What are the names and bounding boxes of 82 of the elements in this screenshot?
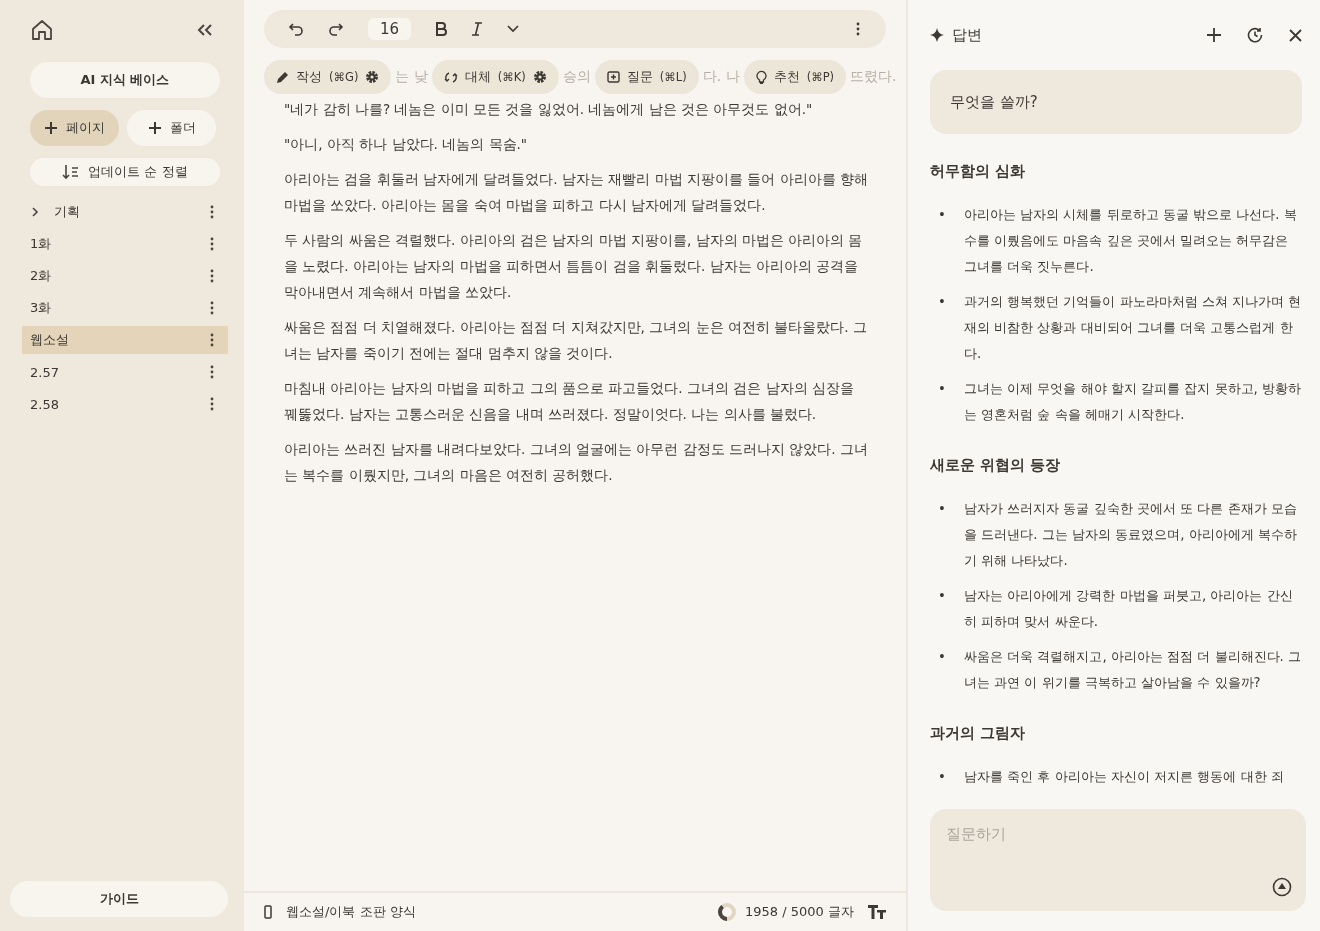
text-size-icon[interactable]: [868, 905, 886, 919]
page-list-item[interactable]: 3화: [22, 294, 228, 322]
bullet-marker: •: [938, 380, 947, 398]
plus-icon[interactable]: [1207, 28, 1221, 42]
answer-bullet: 과거의 행복했던 기억들이 파노라마처럼 스쳐 지나가며 현재의 비참한 상황과 대비되어 그녀를 더욱 고통스럽게 한다.: [964, 293, 1302, 363]
obscured-text: 승의: [561, 68, 592, 86]
italic-icon[interactable]: [471, 22, 484, 36]
more-options-icon[interactable]: [210, 205, 214, 219]
add-box-icon: [606, 70, 620, 84]
ai-action-button[interactable]: 대체 (⌘K): [431, 60, 559, 94]
answer-bullet: 남자는 아리아에게 강력한 마법을 퍼붓고, 아리아는 간신히 피하며 맞서 싸운다.: [964, 587, 1294, 631]
format-label[interactable]: 웹소설/이북 조판 양식: [286, 903, 416, 921]
lightbulb-icon: [755, 70, 767, 84]
undo-icon[interactable]: [288, 22, 304, 36]
obscured-text: 뜨렸다.: [849, 68, 898, 86]
prompt-bubble: 무엇을 쓸까?: [930, 70, 1302, 134]
bullet-marker: •: [938, 206, 947, 224]
guide-button[interactable]: 가이드: [10, 881, 228, 917]
plus-icon: [147, 121, 162, 135]
obscured-text: 는 낮: [394, 68, 429, 86]
more-options-icon[interactable]: [210, 333, 214, 347]
chevron-icon[interactable]: [30, 207, 40, 217]
more-options-icon[interactable]: [210, 301, 214, 315]
answer-bullet: 싸움은 더욱 격렬해지고, 아리아는 점점 더 불리해진다. 그녀는 과연 이 위기를 극복하고 살아남을 수 있을까?: [964, 648, 1302, 692]
plus-icon: [44, 121, 58, 135]
section-heading: 허무함의 심화: [930, 162, 1027, 181]
bullet-marker: •: [938, 768, 947, 786]
section-heading: 과거의 그림자: [930, 724, 1027, 743]
bullet-marker: •: [938, 648, 947, 666]
bullet-marker: •: [938, 500, 947, 518]
pen-icon: [276, 70, 289, 84]
send-icon[interactable]: [1272, 877, 1292, 897]
paragraph: "네가 감히 나를? 네놈은 이미 모든 것을 잃었어. 네놈에게 남은 것은 아무것도 없어.": [284, 100, 814, 119]
section-heading: 새로운 위협의 등장: [930, 456, 1062, 475]
answer-bullet: 남자가 쓰러지자 동굴 깊숙한 곳에서 또 다른 존재가 모습을 드러낸다. 그는 남자의 동료였으며, 아리아에게 복수하기 위해 나타났다.: [964, 500, 1298, 570]
sort-icon: [62, 164, 81, 180]
question-input[interactable]: 질문하기: [930, 809, 1306, 911]
paragraph: 아리아는 검을 휘둘러 남자에게 달려들었다. 남자는 재빨리 마법 지팡이를 들어 아리아를 향해 마법을 쏘았다. 아리아는 몸을 숙여 마법을 피하고 다시 남자에게 달려들었다.: [284, 170, 869, 215]
panel-title: 답변: [952, 25, 982, 45]
page-list-item[interactable]: 웹소설: [22, 326, 228, 354]
paragraph: 두 사람의 싸움은 격렬했다. 아리아의 검은 남자의 마법 지팡이를, 남자의 마법은 아리아의 몸을 노렸다. 아리아는 남자의 마법을 피하면서 틈틈이 검을 휘둘렀다. 남자는 아리아의 공격을 막아내면서 계속해서 마법을 쏘았다.: [284, 231, 864, 302]
character-count: 1958 / 5000 글자: [745, 903, 854, 921]
obscured-text: 다. 나: [701, 68, 741, 86]
font-size-field[interactable]: 16: [368, 18, 412, 40]
sparkle-icon: [930, 28, 944, 42]
answer-bullet: 그녀는 이제 무엇을 해야 할지 갈피를 잡지 못하고, 방황하는 영혼처럼 숲 속을 헤매기 시작한다.: [964, 380, 1302, 424]
page-list-item[interactable]: 2화: [22, 262, 228, 290]
ai-action-button[interactable]: 질문 (⌘L): [594, 60, 699, 94]
history-icon[interactable]: [1247, 27, 1263, 43]
more-options-icon[interactable]: [210, 269, 214, 283]
paragraph: 싸움은 점점 더 치열해졌다. 아리아는 점점 더 지쳐갔지만, 그녀의 눈은 여전히 불타올랐다. 그녀는 남자를 죽이기 전에는 절대 멈추지 않을 것이다.: [284, 318, 868, 363]
more-options-icon[interactable]: [210, 237, 214, 251]
collapse-sidebar-icon[interactable]: [196, 22, 214, 38]
page-list-item[interactable]: 2.57: [22, 358, 228, 386]
ai-action-button[interactable]: 추천 (⌘P): [743, 60, 847, 94]
bold-icon[interactable]: [435, 22, 448, 36]
more-options-icon[interactable]: [856, 22, 860, 36]
knowledge-base-button[interactable]: AI 지식 베이스: [30, 62, 220, 98]
more-options-icon[interactable]: [210, 365, 214, 379]
paragraph: 아리아는 쓰러진 남자를 내려다보았다. 그녀의 얼굴에는 아무런 감정도 드러나지 않았다. 그녀는 복수를 이뤘지만, 그녀의 마음은 여전히 공허했다.: [284, 440, 869, 485]
bullet-marker: •: [938, 587, 947, 605]
sort-button[interactable]: 업데이트 순 정렬: [30, 158, 220, 186]
phone-icon: [264, 905, 272, 919]
new-item-button[interactable]: 페이지: [30, 110, 119, 146]
paragraph: "아니, 아직 하나 남았다. 네놈의 목숨.": [284, 135, 529, 154]
settings-icon[interactable]: [532, 70, 547, 84]
bullet-marker: •: [938, 293, 947, 311]
page-list-item[interactable]: 1화: [22, 230, 228, 258]
new-item-button[interactable]: 폴더: [127, 110, 216, 146]
close-icon[interactable]: [1289, 28, 1302, 42]
answer-bullet: 아리아는 남자의 시체를 뒤로하고 동굴 밖으로 나선다. 복수를 이뤘음에도 마음속 깊은 곳에서 밀려오는 허무감은 그녀를 더욱 짓누른다.: [964, 206, 1298, 276]
chevron-down-icon[interactable]: [507, 25, 520, 33]
page-list-item[interactable]: 기획: [22, 198, 228, 226]
settings-icon[interactable]: [365, 70, 380, 84]
more-options-icon[interactable]: [210, 397, 214, 411]
swap-icon: [443, 70, 458, 84]
paragraph: 마침내 아리아는 남자의 마법을 피하고 그의 품으로 파고들었다. 그녀의 검은 남자의 심장을 꿰뚫었다. 남자는 고통스러운 신음을 내며 쓰러졌다. 정말이엇다. 나는 의사를 불렀다.: [284, 379, 855, 424]
page-list-item[interactable]: 2.58: [22, 390, 228, 418]
answer-bullet: 남자를 죽인 후 아리아는 자신이 저지른 행동에 대한 죄: [964, 768, 1285, 786]
home-icon[interactable]: [30, 18, 54, 42]
ai-action-button[interactable]: 작성 (⌘G): [264, 60, 392, 94]
redo-icon[interactable]: [328, 22, 344, 36]
